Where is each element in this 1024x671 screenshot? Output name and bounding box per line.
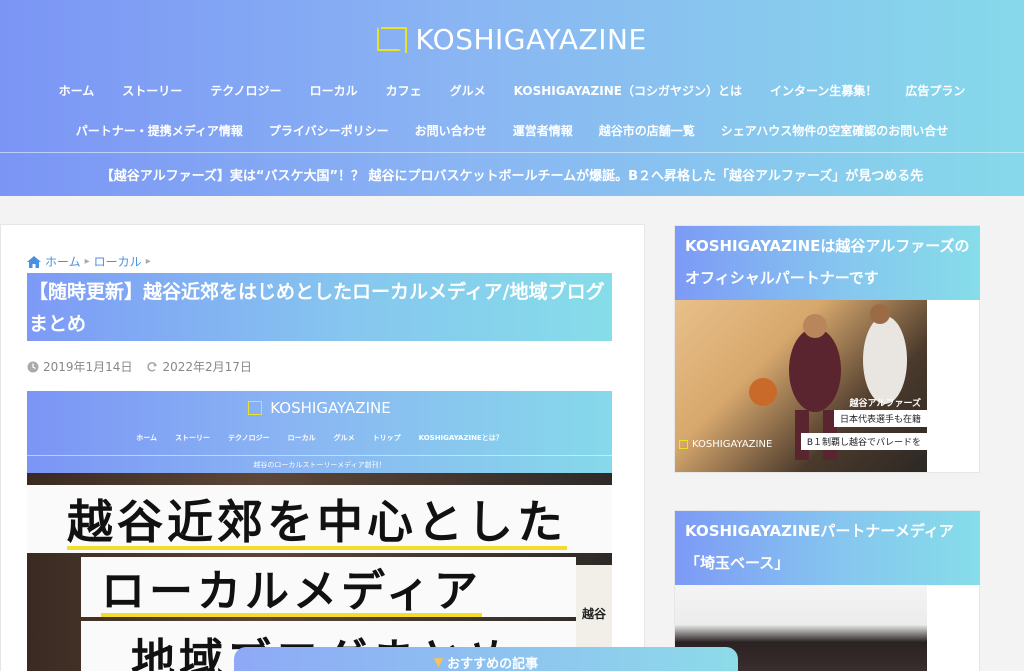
updated-date: 2022年2月17日 [146,358,252,375]
nav-item-home[interactable]: ホーム [45,82,109,99]
main-nav-row-1: ホーム ストーリー テクノロジー ローカル カフェ グルメ KOSHIGAYAZ… [0,78,1024,102]
banner-logo: KOSHIGAYAZINE [679,439,772,450]
chevron-right-icon: ▸ [84,256,90,267]
breadcrumb-home[interactable]: ホーム [45,253,81,270]
nav-item-local[interactable]: ローカル [296,82,372,99]
nav-item-contact[interactable]: お問い合わせ [402,122,500,139]
featured-nav-item: ローカル [287,434,316,442]
main-nav-row-2: パートナー・提携メディア情報 プライバシーポリシー お問い合わせ 運営者情報 越… [0,118,1024,142]
nav-item-gourmet[interactable]: グルメ [436,82,500,99]
banner-caption-team: 越谷アルファーズ [849,399,921,409]
nav-item-technology[interactable]: テクノロジー [196,82,295,99]
nav-item-partner[interactable]: パートナー・提携メディア情報 [63,122,256,139]
featured-nav-item: グルメ [333,434,355,442]
clock-icon [27,361,39,372]
article-card: ホーム ▸ ローカル ▸ 【随時更新】越谷近郊をはじめとしたローカルメディア/地… [0,224,645,671]
nav-item-intern[interactable]: インターン生募集！ [756,82,891,99]
featured-nav-item: KOSHIGAYAZINEとは？ [418,434,503,442]
widget-title: KOSHIGAYAZINEパートナーメディア「埼玉ベース」 [675,511,980,585]
banner-caption-parade: B１制覇し越谷でパレードを [800,433,927,450]
announcement-text[interactable]: 【越谷アルファーズ】実は“バスケ大国”！？ 越谷にプロバスケットボールチームが爆… [101,165,924,184]
featured-image-nav: ホーム ストーリー テクノロジー ローカル グルメ トリップ KOSHIGAYA… [27,433,612,443]
featured-image-line-2: ローカルメディア [81,557,576,617]
article-dates: 2019年1月14日 2022年2月17日 [27,358,266,375]
banner-logo-text: KOSHIGAYAZINE [692,439,773,450]
refresh-icon [147,361,158,372]
featured-nav-item: テクノロジー [228,434,270,442]
logo-mark-icon [679,440,688,449]
nav-item-operator[interactable]: 運営者情報 [500,122,586,139]
featured-nav-item: ホーム [136,434,157,442]
alphas-banner-image[interactable]: 越谷アルファーズ 日本代表選手も在籍 B１制覇し越谷でパレードを KOSHIGA… [675,300,927,472]
recommended-articles-label[interactable]: おすすめの記事 [447,653,538,671]
nav-item-ad-plan[interactable]: 広告プラン [891,82,979,99]
featured-image-header: KOSHIGAYAZINE ホーム ストーリー テクノロジー ローカル グルメ … [27,391,612,473]
nav-item-sharehouse[interactable]: シェアハウス物件の空室確認のお問い合せ [708,122,962,139]
published-date: 2019年1月14日 [27,358,132,375]
site-logo[interactable]: KOSHIGAYAZINE [0,22,1024,56]
featured-image-subtitle: 越谷のローカルストーリーメディア創刊！ [27,455,612,470]
widget-title: KOSHIGAYAZINEは越谷アルファーズのオフィシャルパートナーです [675,226,980,300]
logo-mark-icon [248,401,263,415]
nav-item-shops[interactable]: 越谷市の店舗一覧 [586,122,708,139]
breadcrumb: ホーム ▸ ローカル ▸ [27,253,155,270]
yellow-underline [67,546,567,550]
breadcrumb-category[interactable]: ローカル [94,253,142,270]
triangle-down-icon: ▼ [433,655,444,669]
banner-caption-players: 日本代表選手も在籍 [833,410,927,427]
site-header: KOSHIGAYAZINE ホーム ストーリー テクノロジー ローカル カフェ … [0,0,1024,196]
logo-mark-icon [377,27,408,53]
featured-line-1-text: 越谷近郊を中心とした [67,495,567,549]
yellow-underline [101,613,482,617]
featured-image-logo: KOSHIGAYAZINE [27,399,612,417]
article-title: 【随時更新】越谷近郊をはじめとしたローカルメディア/地域ブログまとめ [27,273,612,341]
nav-item-cafe[interactable]: カフェ [372,82,436,99]
site-title[interactable]: KOSHIGAYAZINE [415,23,646,56]
chevron-right-icon: ▸ [145,256,151,267]
published-date-text: 2019年1月14日 [43,360,133,374]
featured-image-line-1: 越谷近郊を中心とした [27,485,612,553]
updated-date-text: 2022年2月17日 [162,360,252,374]
nav-item-about[interactable]: KOSHIGAYAZINE（コシガヤジン）とは [500,82,756,99]
featured-nav-item: ストーリー [175,434,210,442]
nav-item-privacy[interactable]: プライバシーポリシー [256,122,402,139]
featured-line-2-text: ローカルメディア [101,566,482,617]
featured-nav-item: トリップ [372,434,401,442]
home-icon [27,255,41,268]
featured-image: KOSHIGAYAZINE ホーム ストーリー テクノロジー ローカル グルメ … [27,391,612,671]
featured-image-logo-text: KOSHIGAYAZINE [270,399,391,417]
announcement-bar[interactable]: 【越谷アルファーズ】実は“バスケ大国”！？ 越谷にプロバスケットボールチームが爆… [0,152,1024,196]
sidebar-widget-alphas: KOSHIGAYAZINEは越谷アルファーズのオフィシャルパートナーです 越谷ア… [674,225,980,473]
recommended-articles-bar[interactable]: ▼ おすすめの記事 [234,647,738,671]
nav-item-story[interactable]: ストーリー [108,82,196,99]
